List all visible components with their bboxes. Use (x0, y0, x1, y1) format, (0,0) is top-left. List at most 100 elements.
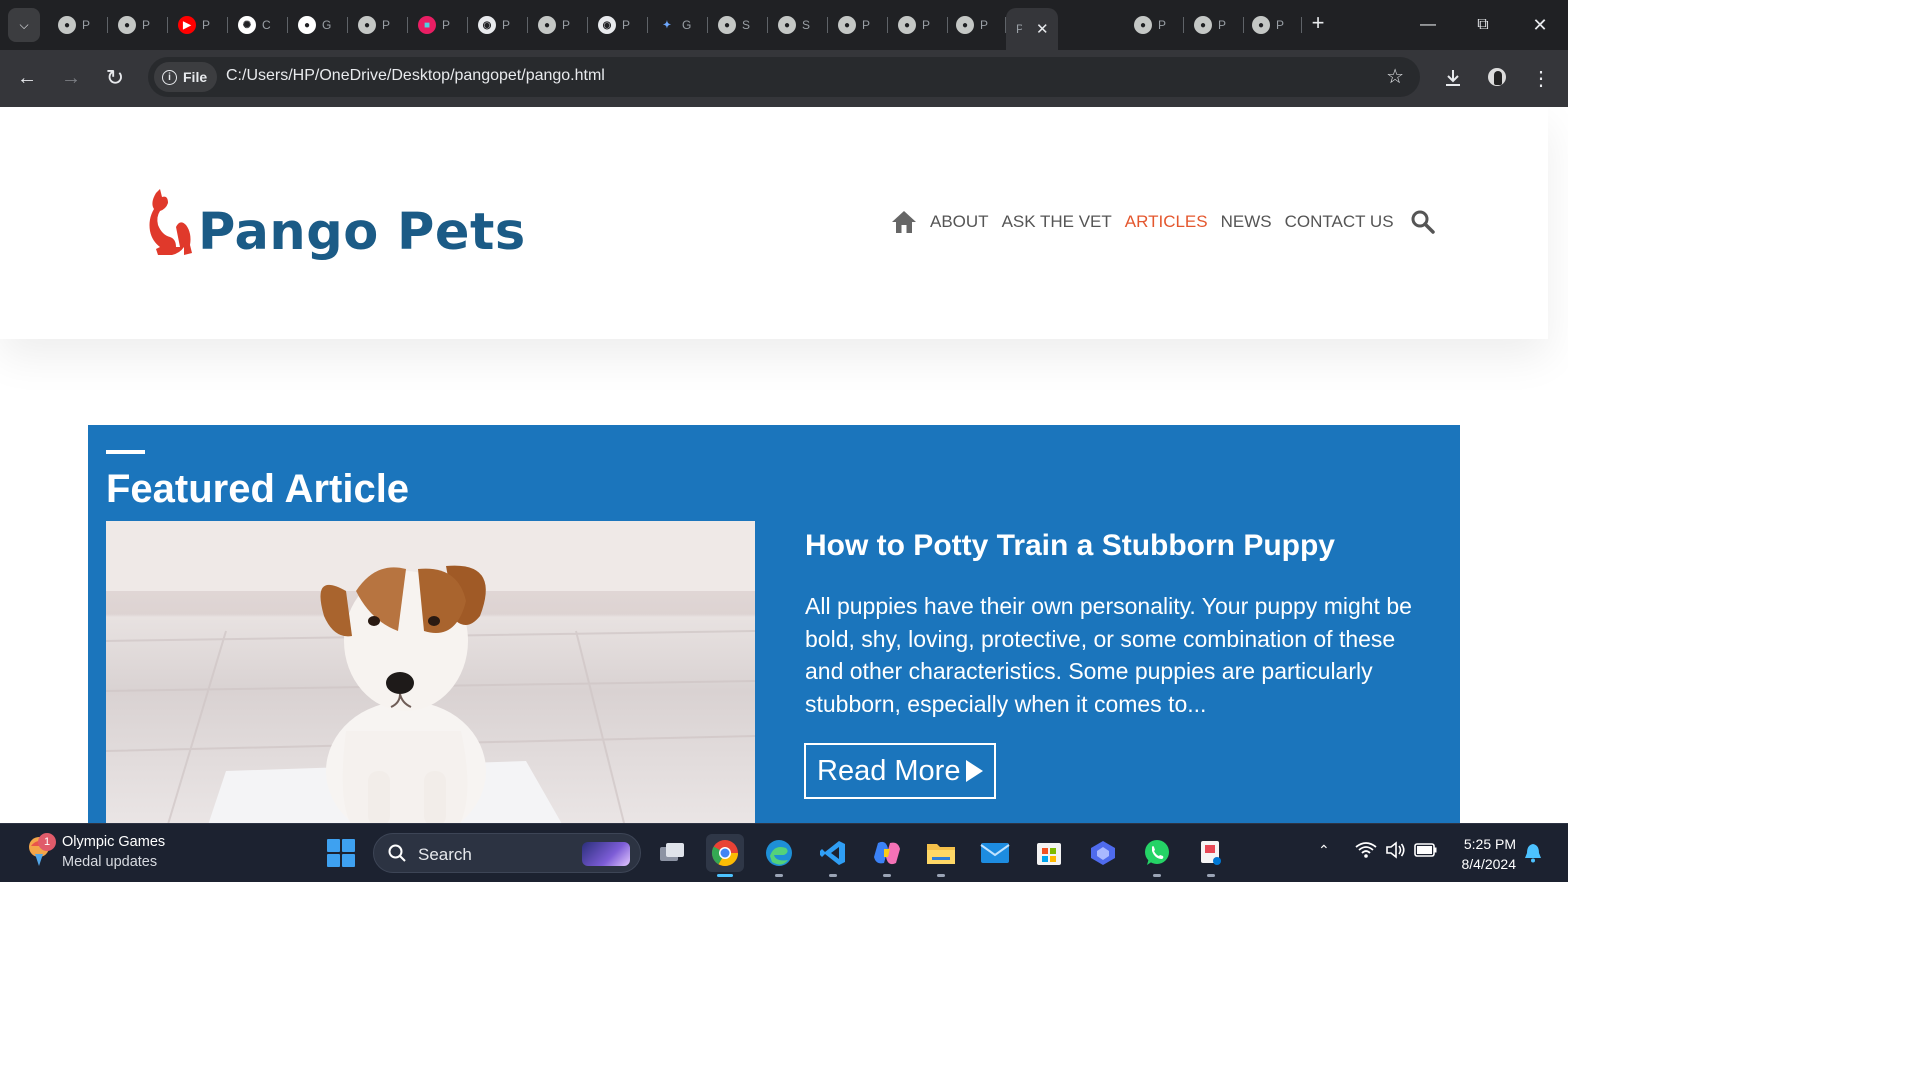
browser-tab-title: P (1218, 18, 1227, 32)
browser-tab[interactable]: ◉ P (588, 8, 648, 42)
file-explorer-icon[interactable] (922, 834, 960, 877)
cat-dog-logo-icon[interactable] (146, 189, 194, 257)
notification-bell-icon[interactable] (1524, 843, 1542, 863)
minimize-button[interactable]: — (1408, 8, 1448, 42)
browser-tab[interactable]: ● P (828, 8, 888, 42)
article-title[interactable]: How to Potty Train a Stubborn Puppy (805, 529, 1335, 563)
info-icon: i (162, 69, 177, 85)
browser-tab[interactable]: ◉ P (468, 8, 528, 42)
globe-icon: ● (1252, 16, 1270, 34)
browser-tab[interactable]: ● P (1124, 8, 1184, 42)
active-tab-title: P (1016, 22, 1022, 36)
show-hidden-icons-chevron-icon[interactable]: ⌃ (1318, 842, 1330, 859)
battery-charging-icon[interactable] (1414, 843, 1438, 857)
globe-icon: ● (956, 16, 974, 34)
profile-avatar[interactable] (1486, 66, 1508, 88)
nav-about[interactable]: ABOUT (930, 212, 989, 232)
browser-tab[interactable]: ● S (708, 8, 768, 42)
browser-tab-title: P (862, 18, 871, 32)
nav-contact-us[interactable]: CONTACT US (1285, 212, 1394, 232)
browser-tab-title: P (442, 18, 451, 32)
copilot-taskbar-icon[interactable] (868, 834, 906, 877)
globe-icon: ● (58, 16, 76, 34)
new-tab-button[interactable]: + (1306, 12, 1330, 36)
whatsapp-taskbar-icon[interactable] (1138, 834, 1176, 877)
search-icon[interactable] (1409, 208, 1437, 236)
wifi-icon[interactable] (1355, 841, 1377, 859)
system-clock[interactable]: 5:25 PM 8/4/2024 (1454, 834, 1517, 874)
chrome-icon: ◉ (478, 16, 496, 34)
globe-icon: ● (898, 16, 916, 34)
mail-taskbar-icon[interactable] (976, 834, 1014, 872)
globe-icon: ● (358, 16, 376, 34)
browser-tab-title: P (502, 18, 511, 32)
nav-news[interactable]: NEWS (1221, 212, 1272, 232)
browser-tab-bar: ⌵ ● P ● P ▶ P ✺ C ● G ● P ■ P ◉ P ● P ◉ P ✦ G ● S ● S ● P ● P ● P ● P ● P ● P… (0, 0, 1568, 50)
task-view-icon[interactable] (653, 834, 691, 872)
microsoft-store-icon[interactable] (1030, 834, 1068, 872)
globe-icon: ● (718, 16, 736, 34)
browser-tab[interactable]: ● P (108, 8, 168, 42)
windows-taskbar: 1 Olympic Games Medal updates Search ⌃ 5… (0, 823, 1568, 882)
site-info-chip[interactable]: i File (154, 62, 218, 92)
browser-tab[interactable]: ● P (1184, 8, 1244, 42)
browser-tab[interactable]: ● P (48, 8, 108, 42)
nav-articles[interactable]: ARTICLES (1125, 212, 1208, 232)
clock-date: 8/4/2024 (1461, 856, 1517, 872)
restore-button[interactable]: ⧉ (1463, 8, 1503, 42)
browser-tab[interactable]: ✦ G (648, 8, 708, 42)
back-button[interactable]: ← (13, 64, 41, 92)
vscode-taskbar-icon[interactable] (814, 834, 852, 877)
windows-start-icon[interactable] (327, 839, 355, 867)
browser-tab-title: P (142, 18, 151, 32)
volume-icon[interactable] (1385, 841, 1407, 859)
browser-tab[interactable]: ● P (348, 8, 408, 42)
close-window-button[interactable]: ✕ (1520, 8, 1560, 42)
address-bar[interactable]: i File C:/Users/HP/OneDrive/Desktop/pang… (148, 57, 1420, 97)
chatgpt-icon: ✺ (238, 16, 256, 34)
widget-notification-badge: 1 (38, 833, 56, 851)
browser-tab[interactable]: ✺ C (228, 8, 288, 42)
search-highlight-art-icon (582, 842, 630, 866)
tab-search-button[interactable]: ⌵ (8, 8, 40, 42)
close-tab-icon[interactable]: ✕ (1036, 20, 1049, 38)
gemini-icon: ✦ (662, 19, 672, 31)
browser-tab[interactable]: ● P (888, 8, 948, 42)
widget-title[interactable]: Olympic Games (62, 834, 165, 850)
bookmark-star-icon[interactable]: ☆ (1386, 64, 1404, 89)
browser-tab[interactable]: ● G (288, 8, 348, 42)
nav-ask-the-vet[interactable]: ASK THE VET (1002, 212, 1112, 232)
globe-icon: ● (1194, 16, 1212, 34)
widget-subtitle[interactable]: Medal updates (62, 854, 157, 870)
power-automate-icon[interactable] (1084, 834, 1122, 872)
site-logo-text[interactable]: Pango Pets (198, 203, 526, 262)
reload-button[interactable]: ↻ (101, 64, 129, 92)
browser-tab-title: P (922, 18, 931, 32)
youtube-icon: ▶ (178, 16, 196, 34)
browser-tab[interactable]: ● S (768, 8, 828, 42)
browser-tab[interactable]: ● P (528, 8, 588, 42)
featured-article-image[interactable] (106, 521, 755, 823)
edge-taskbar-icon[interactable] (760, 834, 798, 877)
browser-tab-title: G (322, 18, 332, 32)
browser-tab-title: P (1158, 18, 1167, 32)
active-tab[interactable]: P ✕ (1006, 8, 1058, 50)
home-icon[interactable] (890, 208, 918, 236)
read-more-button[interactable]: Read More (804, 743, 996, 799)
browser-tab[interactable]: ● P (1242, 8, 1302, 42)
downloads-icon[interactable] (1439, 64, 1467, 92)
taskbar-search-box[interactable]: Search (373, 833, 641, 873)
browser-tab[interactable]: ● P (946, 8, 1006, 42)
chrome-taskbar-icon[interactable] (706, 834, 744, 877)
url-text[interactable]: C:/Users/HP/OneDrive/Desktop/pangopet/pa… (226, 67, 605, 85)
forward-button[interactable]: → (57, 64, 85, 92)
play-arrow-icon (966, 760, 984, 782)
browser-tab[interactable]: ■ P (408, 8, 468, 42)
search-icon (388, 844, 406, 862)
browser-tab-title: S (742, 18, 751, 32)
section-accent-bar (106, 450, 145, 454)
menu-kebab-icon[interactable]: ⋮ (1527, 64, 1555, 92)
snipping-tool-icon[interactable] (1192, 834, 1230, 877)
browser-tab-title: P (202, 18, 211, 32)
browser-tab[interactable]: ▶ P (168, 8, 228, 42)
